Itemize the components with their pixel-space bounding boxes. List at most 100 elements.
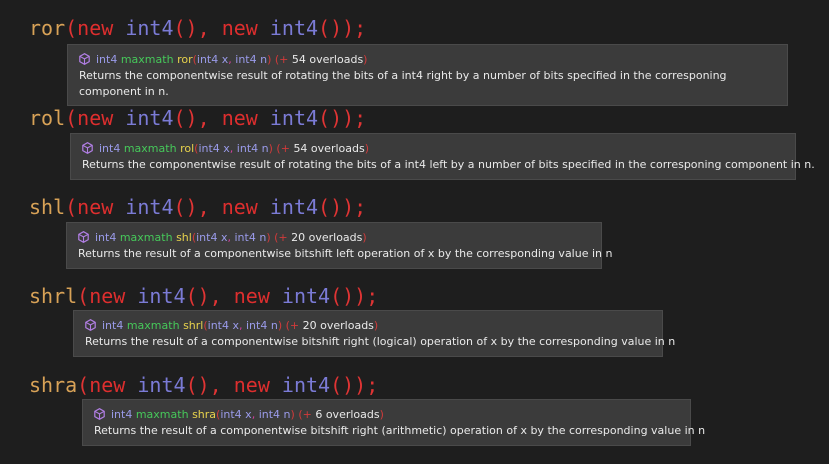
method-cube-icon: [78, 231, 89, 243]
overload-count: 6 overloads: [315, 408, 380, 421]
function-name: shrl: [183, 319, 204, 332]
type-name: int4: [269, 16, 319, 40]
paren-close: ): [277, 319, 283, 332]
keyword-new: new: [233, 373, 270, 397]
function-name: rol: [180, 142, 195, 155]
param-type: int4: [236, 142, 259, 155]
overload-close: ): [364, 142, 369, 155]
tooltip-description: Returns the result of a componentwise bi…: [94, 424, 706, 437]
overload-open: (+: [274, 53, 289, 66]
arg-parens: (),: [173, 106, 210, 130]
open-paren: (: [77, 373, 90, 397]
method-name: shl: [29, 195, 66, 219]
code-line-shl[interactable]: shl(new int4(), new int4());: [29, 195, 366, 219]
method-cube-icon: [79, 53, 90, 65]
param-separator: ,: [251, 408, 256, 421]
param-name: n: [261, 142, 269, 155]
code-line-shra[interactable]: shra(new int4(), new int4());: [29, 373, 378, 397]
arg-parens: ());: [330, 284, 379, 308]
tooltip-description: Returns the componentwise result of rota…: [79, 69, 727, 98]
tooltip-rol: int4 maxmath rol(int4 x, int4 n) (+ 54 o…: [70, 133, 815, 180]
method-name: rol: [29, 106, 66, 130]
tooltip-description: Returns the componentwise result of rota…: [82, 158, 815, 171]
keyword-new: new: [221, 195, 258, 219]
overload-open: (+: [276, 142, 290, 155]
arg-parens: (),: [185, 284, 222, 308]
open-paren: (: [77, 284, 90, 308]
tooltip-ror: int4 maxmath ror(int4 x, int4 n) (+ 54 o…: [67, 44, 788, 106]
signature: int4 maxmath shra(int4 x, int4 n) (+ 6 o…: [94, 407, 679, 423]
arg-parens: ());: [318, 16, 367, 40]
overload-count: 20 overloads: [291, 231, 363, 244]
keyword-new: new: [77, 16, 114, 40]
arg-parens: (),: [173, 16, 210, 40]
param-type: int4: [246, 319, 268, 332]
paren-close: ): [267, 53, 272, 66]
param-type: int4: [196, 231, 218, 244]
namespace: maxmath: [123, 142, 177, 155]
arg-parens: (),: [173, 195, 210, 219]
arg-parens: ());: [330, 373, 379, 397]
param-type: int4: [235, 53, 257, 66]
type-name: int4: [137, 373, 186, 397]
signature: int4 maxmath shrl(int4 x, int4 n) (+ 20 …: [85, 318, 651, 334]
namespace: maxmath: [120, 53, 174, 66]
keyword-new: new: [77, 195, 114, 219]
keyword-new: new: [221, 106, 258, 130]
method-cube-icon: [85, 319, 96, 331]
type-name: int4: [125, 16, 174, 40]
keyword-new: new: [89, 373, 126, 397]
overload-count: 54 overloads: [291, 53, 364, 66]
return-type: int4: [102, 319, 124, 332]
signature: int4 maxmath rol(int4 x, int4 n) (+ 54 o…: [82, 141, 784, 157]
function-name: shl: [176, 231, 192, 244]
param-type: int4: [196, 53, 219, 66]
method-cube-icon: [82, 142, 93, 154]
code-line-rol[interactable]: rol(new int4(), new int4());: [29, 106, 366, 130]
paren-close: ): [266, 231, 271, 244]
code-line-shrl[interactable]: shrl(new int4(), new int4());: [29, 284, 378, 308]
method-name: shrl: [29, 284, 78, 308]
namespace: maxmath: [126, 319, 180, 332]
function-name: shra: [192, 408, 217, 421]
param-separator: ,: [239, 319, 243, 332]
method-cube-icon: [94, 408, 105, 420]
signature: int4 maxmath ror(int4 x, int4 n) (+ 54 o…: [79, 52, 776, 68]
return-type: int4: [99, 142, 121, 155]
overload-open: (+: [298, 408, 312, 421]
param-separator: ,: [229, 142, 234, 155]
type-name: int4: [281, 373, 331, 397]
namespace: maxmath: [135, 408, 189, 421]
open-paren: (: [65, 16, 78, 40]
overload-close: ): [373, 319, 379, 332]
paren-close: ): [290, 408, 295, 421]
overload-close: ): [362, 231, 367, 244]
open-paren: (: [65, 106, 78, 130]
method-name: shra: [29, 373, 78, 397]
method-name: ror: [29, 16, 66, 40]
return-type: int4: [96, 53, 118, 66]
type-name: int4: [125, 106, 174, 130]
tooltip-shl: int4 maxmath shl(int4 x, int4 n) (+ 20 o…: [66, 222, 612, 269]
type-name: int4: [281, 284, 331, 308]
code-line-ror[interactable]: ror(new int4(), new int4());: [29, 16, 366, 40]
arg-parens: ());: [318, 106, 367, 130]
overload-open: (+: [285, 319, 300, 332]
keyword-new: new: [89, 284, 126, 308]
overload-close: ): [379, 408, 384, 421]
type-name: int4: [125, 195, 174, 219]
param-name: n: [270, 319, 278, 332]
param-name: n: [283, 408, 291, 421]
param-type: int4: [258, 408, 281, 421]
param-type: int4: [220, 408, 242, 421]
namespace: maxmath: [119, 231, 173, 244]
param-type: int4: [207, 319, 229, 332]
keyword-new: new: [77, 106, 114, 130]
keyword-new: new: [233, 284, 270, 308]
function-name: ror: [177, 53, 193, 66]
code-editor: ror(new int4(), new int4()); int4 maxmat…: [0, 0, 829, 464]
param-separator: ,: [228, 53, 232, 66]
return-type: int4: [95, 231, 117, 244]
overload-close: ): [363, 53, 368, 66]
tooltip-description: Returns the result of a componentwise bi…: [85, 335, 676, 348]
